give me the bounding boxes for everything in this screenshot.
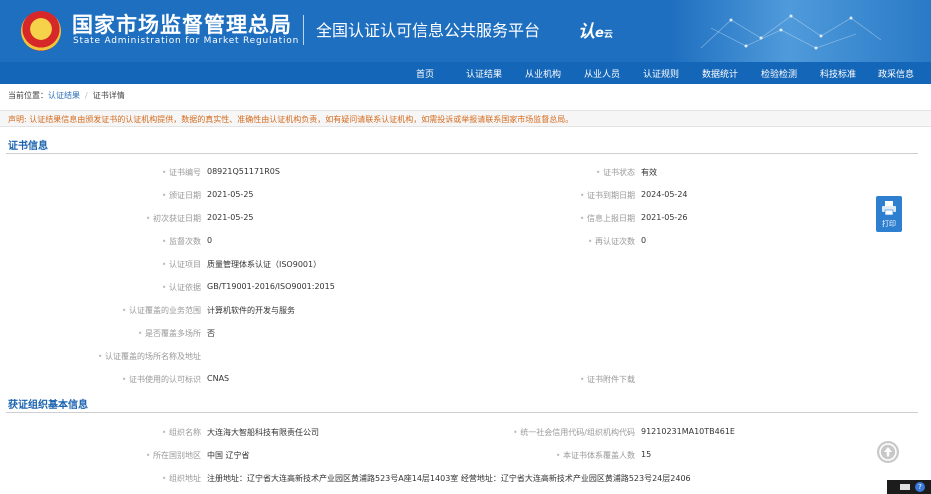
value-cert-number: 08921Q51171R0S <box>207 167 280 176</box>
label-cert-status: 证书状态 <box>596 167 635 178</box>
value-accreditation-mark: CNAS <box>207 374 230 383</box>
section-divider <box>6 153 918 154</box>
label-org-address: 组织地址 <box>162 473 201 484</box>
label-multi-site: 是否覆盖多场所 <box>138 328 201 339</box>
label-surveillance-count: 监督次数 <box>162 236 201 247</box>
label-attachment-download: 证书附件下载 <box>580 374 635 385</box>
national-emblem-logo <box>21 11 61 51</box>
label-cert-project: 认证项目 <box>162 259 201 270</box>
breadcrumb-prefix: 当前位置： <box>8 91 48 100</box>
value-cert-project: 质量管理体系认证（ISO9001） <box>207 260 322 269</box>
label-first-cert-date: 初次获证日期 <box>146 213 201 224</box>
org-name-cn: 国家市场监督管理总局 <box>72 13 292 37</box>
breadcrumb-link-results[interactable]: 认证结果 <box>48 91 80 100</box>
value-expiry-date: 2024-05-24 <box>641 190 688 199</box>
system-tray: ? <box>887 480 931 494</box>
label-org-name: 组织名称 <box>162 427 201 438</box>
section-title-org-info: 获证组织基本信息 <box>8 400 88 411</box>
print-button[interactable]: 打印 <box>876 196 902 232</box>
nav-item-personnel[interactable]: 从业人员 <box>584 67 620 80</box>
nav-item-procurement[interactable]: 政采信息 <box>878 67 914 80</box>
org-name-en: State Administration for Market Regulati… <box>73 36 300 46</box>
header-divider <box>303 15 304 45</box>
platform-logo: 认e云 <box>578 22 613 42</box>
nav-item-standards[interactable]: 科技标准 <box>820 67 856 80</box>
platform-logo-text: 认 <box>578 22 595 42</box>
value-org-address: 注册地址：辽宁省大连高新技术产业园区黄浦路523号A座14层1403室 经营地址… <box>207 474 691 483</box>
value-business-scope: 计算机软件的开发与服务 <box>207 306 295 315</box>
label-country-region: 所在国别地区 <box>146 450 201 461</box>
value-cert-status: 有效 <box>641 168 657 177</box>
main-nav: 首页 认证结果 从业机构 从业人员 认证规则 数据统计 检验检测 科技标准 政采… <box>0 62 931 84</box>
section-title-cert-info: 证书信息 <box>8 141 48 152</box>
value-recert-count: 0 <box>641 236 647 245</box>
nav-item-statistics[interactable]: 数据统计 <box>702 67 738 80</box>
platform-title: 全国认证认可信息公共服务平台 <box>316 21 541 40</box>
nav-item-inspection[interactable]: 检验检测 <box>761 67 797 80</box>
label-issue-date: 颁证日期 <box>162 190 201 201</box>
value-covered-headcount: 15 <box>641 450 652 459</box>
nav-item-home[interactable]: 首页 <box>416 67 434 80</box>
printer-icon <box>882 201 896 216</box>
value-multi-site: 否 <box>207 329 215 338</box>
header-decoration <box>700 14 882 50</box>
value-country-region: 中国 辽宁省 <box>207 451 250 460</box>
site-header: 国家市场监督管理总局 State Administration for Mark… <box>0 0 931 62</box>
value-org-name: 大连海大智船科技有限责任公司 <box>207 428 319 437</box>
label-covered-headcount: 本证书体系覆盖人数 <box>556 450 635 461</box>
value-cert-basis: GB/T19001-2016/ISO9001:2015 <box>207 282 335 291</box>
value-first-cert-date: 2021-05-25 <box>207 213 254 222</box>
platform-logo-sub: 云 <box>603 30 613 40</box>
label-recert-count: 再认证次数 <box>588 236 635 247</box>
section-divider <box>6 412 918 413</box>
value-issue-date: 2021-05-25 <box>207 190 254 199</box>
nav-item-cert-rules[interactable]: 认证规则 <box>643 67 679 80</box>
nav-item-institutions[interactable]: 从业机构 <box>525 67 561 80</box>
label-credit-code: 统一社会信用代码/组织机构代码 <box>513 427 635 438</box>
breadcrumb-current: 证书详情 <box>92 91 125 100</box>
label-business-scope: 认证覆盖的业务范围 <box>122 305 201 316</box>
value-credit-code: 91210231MA10TB461E <box>641 427 735 436</box>
label-report-date: 信息上报日期 <box>580 213 635 224</box>
disclaimer-bar: 声明: 认证结果信息由颁发证书的认证机构提供，数据的真实性、准确性由认证机构负责… <box>0 110 931 127</box>
disclaimer-text: 声明: 认证结果信息由颁发证书的认证机构提供，数据的真实性、准确性由认证机构负责… <box>8 115 574 124</box>
nav-item-cert-results[interactable]: 认证结果 <box>466 67 502 80</box>
value-surveillance-count: 0 <box>207 236 213 245</box>
label-accreditation-mark: 证书使用的认可标识 <box>122 374 201 385</box>
value-report-date: 2021-05-26 <box>641 213 688 222</box>
print-label: 打印 <box>882 220 896 228</box>
arrow-up-icon <box>879 443 897 461</box>
label-cert-basis: 认证依据 <box>162 282 201 293</box>
help-icon[interactable]: ? <box>915 482 925 492</box>
label-site-names: 认证覆盖的场所名称及地址 <box>98 351 201 362</box>
keyboard-icon <box>900 484 910 490</box>
label-expiry-date: 证书到期日期 <box>580 190 635 201</box>
breadcrumb: 当前位置：认证结果 / 证书详情 <box>8 90 125 101</box>
back-to-top-button[interactable] <box>877 441 899 463</box>
label-cert-number: 证书编号 <box>162 167 201 178</box>
breadcrumb-separator: / <box>85 91 88 100</box>
